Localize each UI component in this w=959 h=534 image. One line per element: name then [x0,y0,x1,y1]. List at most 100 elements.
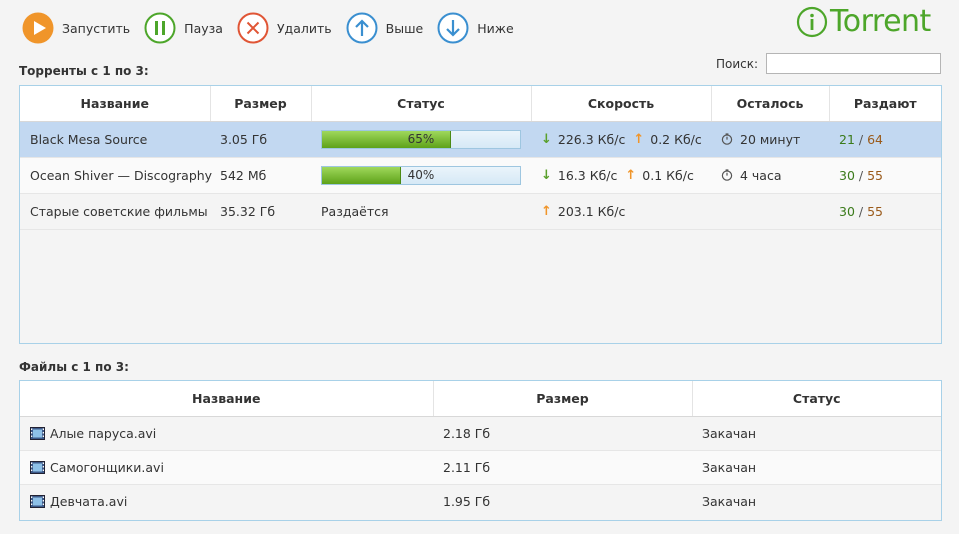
torrents-table: Название Размер Статус Скорость Осталось… [19,85,942,344]
file-name: Девчата.avi [50,493,128,509]
file-name: Алые паруса.avi [50,425,157,441]
upload-arrow-icon: ↑ [541,203,552,219]
play-icon [22,12,54,44]
file-name-cell: Самогонщики.avi [30,460,433,475]
torrent-speed: ↓ 226.3 Кб/с ↑ 0.2 Кб/с [541,132,711,147]
delete-button-label: Удалить [276,20,332,36]
torrent-size: 35.32 Гб [210,193,311,230]
file-status: Закачан [692,416,941,451]
torrent-size: 542 Мб [210,157,311,194]
pause-button-label: Пауза [184,20,223,36]
col-header-file-name[interactable]: Название [20,381,434,417]
app-logo: Torrent [796,4,931,40]
film-file-icon [30,426,45,440]
col-header-name[interactable]: Название [20,86,211,122]
upload-speed: 0.2 Кб/с [650,131,702,147]
torrent-eta: 20 минут [721,132,829,147]
torrent-speed: ↓ 16.3 Кб/с ↑ 0.1 Кб/с [541,168,711,183]
stopwatch-icon [721,169,733,181]
download-speed: 16.3 Кб/с [557,167,618,183]
seeds-separator: / [858,131,864,147]
file-size: 2.18 Гб [433,416,692,451]
move-up-button[interactable]: Выше [346,12,424,44]
pause-button[interactable]: Пауза [144,12,223,44]
peers-count: 64 [867,131,883,147]
col-header-eta[interactable]: Осталось [711,86,830,122]
col-header-file-size[interactable]: Размер [433,381,693,417]
file-name: Самогонщики.avi [50,459,164,475]
file-size: 1.95 Гб [433,484,692,518]
file-row[interactable]: Девчата.avi 1.95 Гб Закачан [20,484,941,518]
torrent-seeds-peers: 30 / 55 [829,193,941,230]
peers-count: 55 [867,203,883,219]
progress-bar: 40% [321,165,521,185]
move-down-button[interactable]: Ниже [437,12,514,44]
files-title: Файлы с 1 по 3: [19,360,129,374]
pause-icon [144,12,176,44]
torrents-header-row: Название Размер Статус Скорость Осталось… [20,86,941,122]
upload-arrow-icon: ↑ [625,167,637,183]
stopwatch-icon [721,133,733,145]
delete-button[interactable]: Удалить [237,12,332,44]
torrent-size: 3.05 Гб [210,121,311,158]
upload-arrow-icon: ↑ [633,131,645,147]
progress-percent: 40% [407,167,435,182]
seeds-separator: / [858,167,864,183]
file-row[interactable]: Самогонщики.avi 2.11 Гб Закачан [20,450,941,485]
col-header-speed[interactable]: Скорость [531,86,712,122]
arrow-up-icon [346,12,378,44]
eta-text: 20 минут [740,131,801,147]
torrent-row[interactable]: Black Mesa Source 3.05 Гб 65% ↓ 226.3 Кб… [20,121,941,158]
download-arrow-icon: ↓ [541,131,552,147]
torrent-eta: 4 часа [721,168,829,183]
seeds-count: 30 [839,167,855,183]
arrow-down-icon [437,12,469,44]
file-name-cell: Алые паруса.avi [30,426,433,441]
torrent-row[interactable]: Старые советские фильмы 35.32 Гб Раздаёт… [20,193,941,230]
torrent-status: Раздаётся [311,193,531,230]
torrent-speed: ↑ 203.1 Кб/с [541,204,711,219]
eta-text: 4 часа [740,167,782,183]
torrent-name: Старые советские фильмы [20,193,210,230]
search-box: Поиск: [716,53,942,74]
torrent-name: Ocean Shiver — Discography [20,157,212,194]
file-status: Закачан [692,450,941,485]
peers-count: 55 [867,167,883,183]
col-header-seeds[interactable]: Раздают [829,86,941,122]
info-logo-icon [796,6,828,38]
film-file-icon [30,494,45,508]
col-header-size[interactable]: Размер [210,86,312,122]
upload-speed: 203.1 Кб/с [557,203,626,219]
search-input[interactable] [766,53,942,74]
files-header-row: Название Размер Статус [20,381,941,417]
file-size: 2.11 Гб [433,450,692,485]
toolbar: Запустить Пауза Удалить Выше Ниже [22,11,528,45]
seeds-count: 30 [839,203,855,219]
torrent-eta [711,193,829,230]
files-table: Название Размер Статус Алые паруса.avi 2… [19,380,942,521]
search-label: Поиск: [716,56,759,71]
col-header-file-status[interactable]: Статус [692,381,941,417]
seeds-separator: / [858,203,864,219]
torrent-seeds-peers: 21 / 64 [829,121,941,158]
upload-speed: 0.1 Кб/с [642,167,694,183]
progress-percent: 65% [407,131,435,146]
torrent-seeds-peers: 30 / 55 [829,157,941,194]
delete-icon [237,12,269,44]
file-row[interactable]: Алые паруса.avi 2.18 Гб Закачан [20,416,941,451]
progress-bar: 65% [321,129,521,149]
film-file-icon [30,460,45,474]
file-status: Закачан [692,484,941,518]
start-button-label: Запустить [62,20,131,36]
col-header-status[interactable]: Статус [311,86,532,122]
file-name-cell: Девчата.avi [30,494,433,509]
torrent-row[interactable]: Ocean Shiver — Discography 542 Мб 40% ↓ … [20,157,941,194]
download-arrow-icon: ↓ [541,167,552,183]
torrent-name: Black Mesa Source [20,121,210,158]
move-down-button-label: Ниже [477,20,514,36]
move-up-button-label: Выше [385,20,424,36]
torrents-title: Торренты с 1 по 3: [19,64,149,78]
download-speed: 226.3 Кб/с [557,131,626,147]
start-button[interactable]: Запустить [22,12,130,44]
seeds-count: 21 [839,131,855,147]
